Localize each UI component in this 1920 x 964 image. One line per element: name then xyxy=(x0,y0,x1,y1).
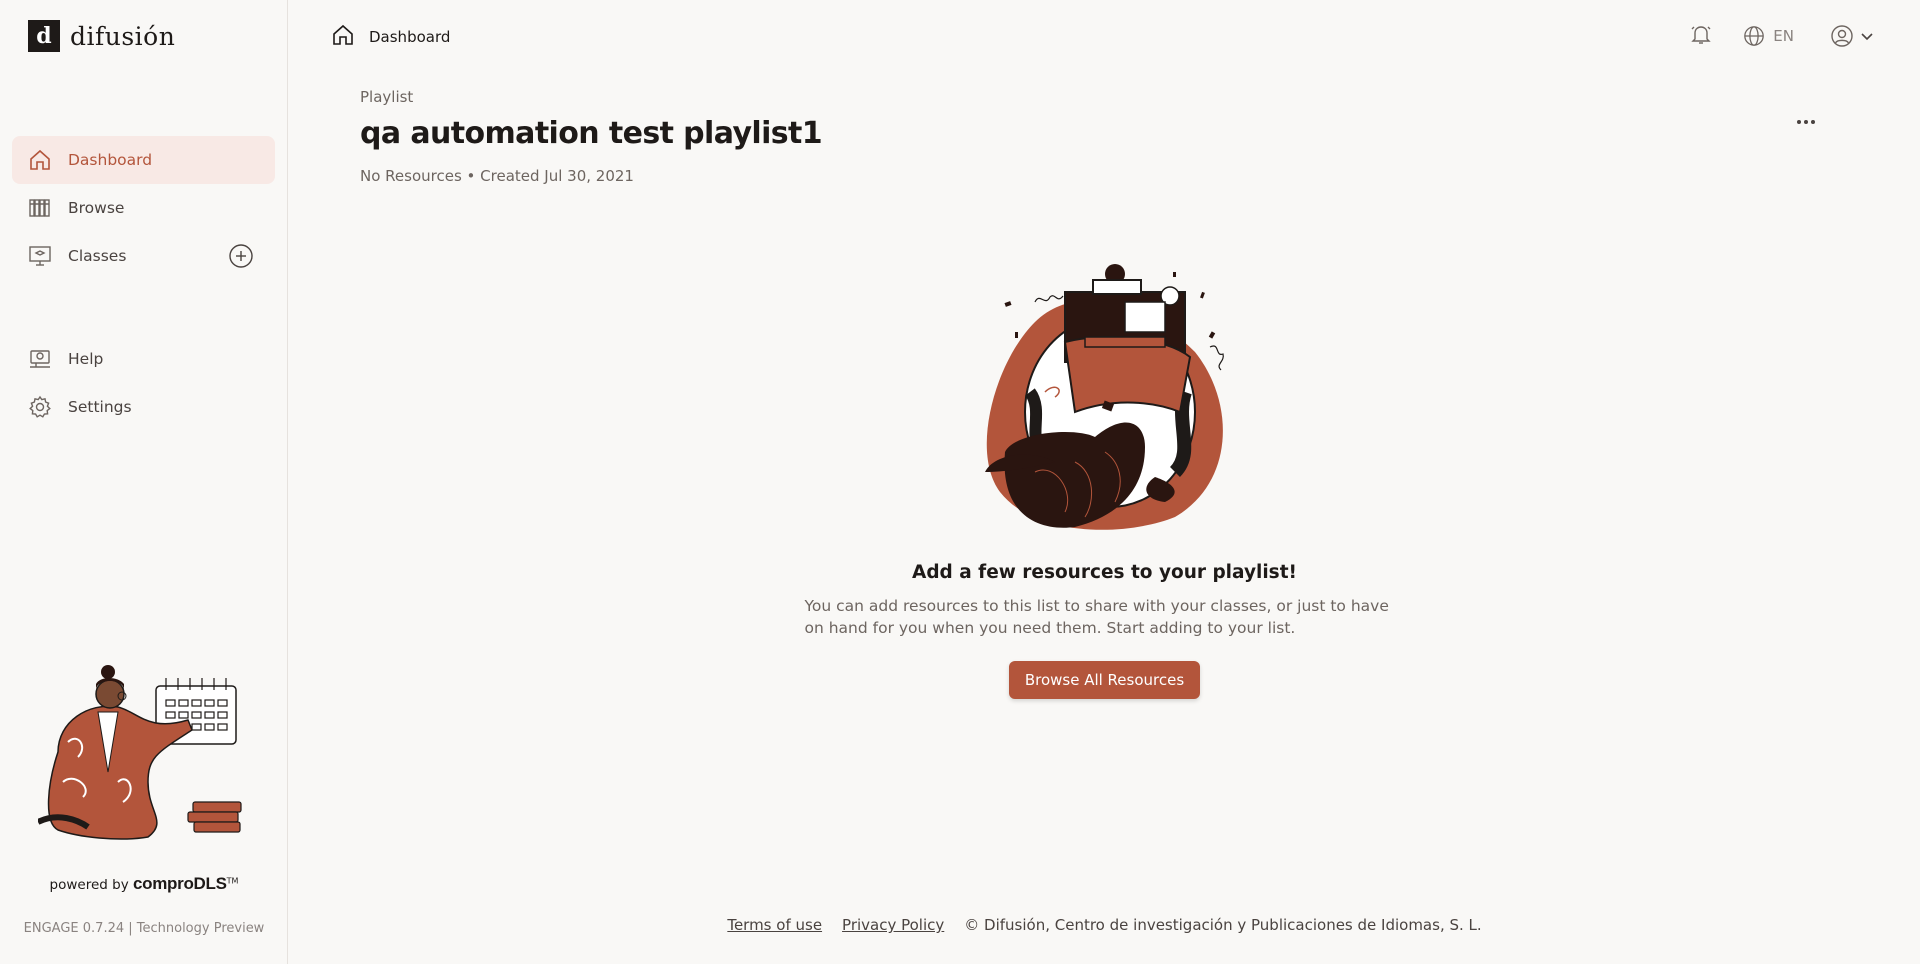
globe-icon xyxy=(1744,26,1765,46)
sidebar-item-dashboard[interactable]: Dashboard xyxy=(12,136,275,184)
help-icon xyxy=(28,347,52,371)
empty-state: Add a few resources to your playlist! Yo… xyxy=(289,262,1920,699)
chevron-down-icon xyxy=(1861,33,1873,41)
copyright: © Difusión, Centro de investigación y Pu… xyxy=(964,916,1482,934)
language-code: EN xyxy=(1773,27,1794,45)
version-info: ENGAGE 0.7.24 | Technology Preview xyxy=(23,921,265,936)
playlist-meta: No Resources • Created Jul 30, 2021 xyxy=(360,167,634,185)
sidebar: d difusión Dashboard Browse Classes Help… xyxy=(0,0,288,964)
add-class-icon[interactable] xyxy=(229,244,253,268)
language-selector[interactable]: EN xyxy=(1743,25,1794,47)
account-menu[interactable] xyxy=(1830,24,1874,48)
page-title: qa automation test playlist1 xyxy=(360,116,823,151)
sidebar-item-browse[interactable]: Browse xyxy=(12,184,275,232)
books-icon xyxy=(28,196,52,220)
home-icon xyxy=(28,148,52,172)
more-options-icon[interactable] xyxy=(1792,112,1820,132)
sidebar-item-label: Help xyxy=(68,350,104,368)
secondary-nav: Help Settings xyxy=(12,335,275,431)
sidebar-item-label: Dashboard xyxy=(68,151,153,169)
powered-by: powered by comproDLSTM xyxy=(0,874,288,894)
sidebar-item-settings[interactable]: Settings xyxy=(12,383,275,431)
notification-bell-icon[interactable] xyxy=(1689,22,1713,50)
trademark: TM xyxy=(226,876,239,886)
sidebar-item-help[interactable]: Help xyxy=(12,335,275,383)
topbar-actions: EN xyxy=(1689,22,1874,50)
breadcrumb-label: Dashboard xyxy=(369,28,451,46)
browse-all-resources-button[interactable]: Browse All Resources xyxy=(1008,661,1201,699)
classroom-icon xyxy=(28,244,52,268)
logo[interactable]: d difusión xyxy=(28,20,175,52)
terms-link[interactable]: Terms of use xyxy=(727,916,822,934)
logo-text: difusión xyxy=(70,21,176,51)
empty-state-description: You can add resources to this list to sh… xyxy=(804,597,1389,637)
empty-state-title: Add a few resources to your playlist! xyxy=(912,562,1297,583)
sidebar-item-label: Settings xyxy=(68,398,132,416)
sidebar-item-label: Browse xyxy=(68,199,125,217)
empty-playlist-illustration xyxy=(984,264,1224,530)
breadcrumb[interactable]: Dashboard xyxy=(331,23,450,51)
page-eyebrow: Playlist xyxy=(360,88,414,106)
footer: Terms of use Privacy Policy © Difusión, Ce… xyxy=(289,916,1920,934)
gear-icon xyxy=(28,395,52,419)
playlist-header: Playlist qa automation test playlist1 No… xyxy=(360,88,1820,185)
user-icon xyxy=(1831,25,1853,47)
main-nav: Dashboard Browse Classes xyxy=(12,136,275,280)
teacher-calendar-illustration xyxy=(38,665,242,840)
logo-mark: d xyxy=(28,20,60,52)
privacy-link[interactable]: Privacy Policy xyxy=(842,916,944,934)
powered-brand: comproDLS xyxy=(133,874,227,893)
home-icon xyxy=(331,23,355,51)
sidebar-item-label: Classes xyxy=(68,247,127,265)
sidebar-item-classes[interactable]: Classes xyxy=(12,232,275,280)
powered-prefix: powered by xyxy=(49,877,129,893)
topbar: Dashboard EN xyxy=(289,0,1920,70)
